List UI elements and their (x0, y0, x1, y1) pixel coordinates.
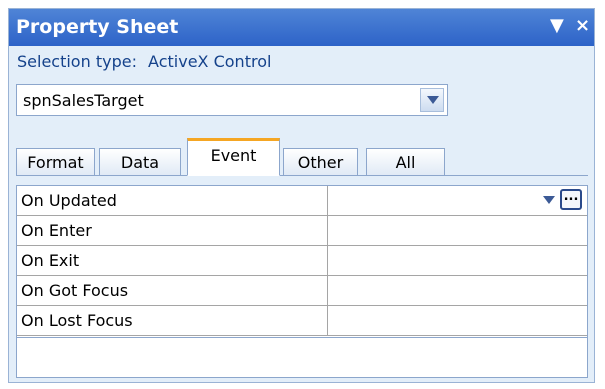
property-value-field[interactable] (328, 276, 587, 305)
pane-menu-icon[interactable]: ▼ (550, 16, 564, 36)
builder-button[interactable]: ... (560, 189, 582, 210)
close-icon[interactable]: × (575, 16, 590, 36)
property-row-on-lost-focus[interactable]: On Lost Focus (17, 306, 587, 336)
property-grid: On Updated ... On Enter On Exit On Got F… (16, 185, 588, 338)
chevron-down-icon (427, 96, 439, 104)
window-title: Property Sheet (16, 16, 179, 38)
selection-type-label: Selection type: (17, 52, 137, 71)
property-sheet-pane: Property Sheet ▼ × Selection type: Activ… (8, 8, 595, 383)
selection-type-value: ActiveX Control (148, 52, 272, 71)
property-name: On Got Focus (17, 276, 328, 305)
title-bar[interactable]: Property Sheet ▼ × (9, 9, 594, 46)
tab-all[interactable]: All (366, 148, 445, 176)
tab-event[interactable]: Event (187, 138, 280, 176)
object-selector-combo[interactable]: spnSalesTarget (16, 84, 448, 116)
chevron-down-icon (543, 196, 555, 204)
object-selector-dropdown-button[interactable] (420, 88, 444, 112)
tab-strip: Format Data Event Other All (9, 138, 594, 176)
object-selector-value: spnSalesTarget (23, 91, 144, 110)
property-value-field[interactable] (328, 246, 587, 275)
property-row-on-exit[interactable]: On Exit (17, 246, 587, 276)
property-dropdown-button[interactable] (540, 190, 558, 210)
property-value-field[interactable] (328, 306, 587, 335)
property-name: On Updated (17, 186, 328, 215)
property-row-on-enter[interactable]: On Enter (17, 216, 587, 246)
tab-format[interactable]: Format (16, 148, 95, 176)
property-row-on-got-focus[interactable]: On Got Focus (17, 276, 587, 306)
property-row-on-updated[interactable]: On Updated ... (17, 186, 587, 216)
tab-other[interactable]: Other (283, 148, 358, 176)
property-name: On Lost Focus (17, 306, 328, 335)
property-value-field[interactable]: ... (328, 186, 587, 215)
property-name: On Enter (17, 216, 328, 245)
tab-baseline (16, 175, 588, 176)
selection-type: Selection type: ActiveX Control (17, 52, 271, 71)
property-value-field[interactable] (328, 216, 587, 245)
tab-data[interactable]: Data (99, 148, 181, 176)
property-name: On Exit (17, 246, 328, 275)
property-grid-empty-area (16, 338, 588, 378)
